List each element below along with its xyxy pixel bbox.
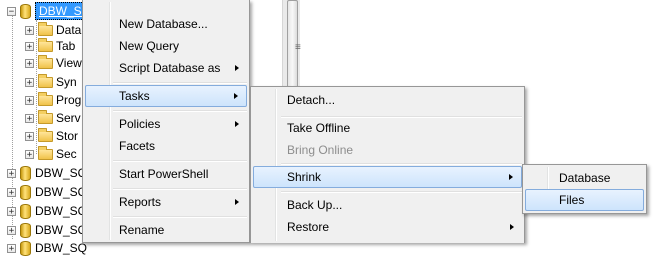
menu-item-bring-online: Bring Online — [287, 143, 354, 157]
menu-item-script-database-as[interactable]: Script Database as — [85, 57, 247, 79]
menu-item-label: Reports — [119, 195, 162, 209]
tree-folder-label: Syn — [56, 75, 77, 89]
folder-icon — [38, 73, 53, 88]
menu-item-label: Restore — [287, 220, 330, 234]
submenu-arrow-icon — [510, 224, 514, 230]
menu-item-rename[interactable]: Rename — [85, 219, 247, 241]
expand-icon[interactable]: + — [25, 25, 34, 35]
submenu-arrow-icon — [235, 199, 239, 205]
database-icon — [20, 203, 31, 219]
db-label: DBW_SQ — [35, 204, 88, 218]
submenu-arrow-icon — [235, 121, 239, 127]
folder-icon — [38, 91, 53, 106]
folder-icon — [38, 21, 53, 36]
expand-icon[interactable]: + — [25, 131, 34, 141]
menu-separator — [113, 188, 247, 190]
menu-item-start-powershell[interactable]: Start PowerShell — [85, 163, 247, 185]
database-context-menu: New Database... New Query Script Databas… — [82, 0, 250, 243]
tree-folder[interactable]: + View — [25, 53, 82, 73]
submenu-arrow-icon — [234, 93, 238, 99]
tree-folder[interactable]: + Sec — [25, 144, 77, 164]
expand-icon[interactable]: + — [7, 168, 16, 178]
expand-icon[interactable]: + — [7, 187, 16, 197]
menu-item-new-database[interactable]: New Database... — [85, 13, 247, 35]
database-icon — [20, 3, 31, 19]
shrink-submenu: Database Files — [522, 164, 647, 214]
db-label: DBW_SQ — [35, 185, 88, 199]
database-icon — [20, 222, 31, 238]
tree-folder-label: View — [56, 56, 82, 70]
menu-separator — [113, 160, 247, 162]
tree-folder[interactable]: + Syn — [25, 72, 77, 92]
tree-node-db[interactable]: + DBW_SQ — [7, 201, 87, 221]
expand-icon[interactable]: + — [25, 113, 34, 123]
tree-folder[interactable]: + Stor — [25, 126, 78, 146]
menu-separator — [113, 216, 247, 218]
tree-folder-label: Sec — [56, 147, 77, 161]
tree-folder[interactable]: + Serv — [25, 108, 81, 128]
menu-item-detach[interactable]: Detach... — [253, 89, 522, 111]
folder-icon — [38, 37, 53, 52]
expand-icon[interactable]: + — [25, 77, 34, 87]
grip-icon: ≡ — [295, 42, 301, 53]
expand-icon[interactable]: + — [7, 243, 16, 253]
menu-item-restore[interactable]: Restore — [253, 216, 522, 238]
menu-item-label: Script Database as — [119, 61, 221, 75]
menu-separator — [281, 163, 522, 165]
expand-icon[interactable]: + — [25, 95, 34, 105]
database-icon — [20, 184, 31, 200]
tree-node-db[interactable]: + DBW_SQ — [7, 163, 87, 183]
menu-item-policies[interactable]: Policies — [85, 113, 247, 135]
folder-icon — [38, 54, 53, 69]
db-label: DBW_SQ — [35, 166, 88, 180]
tree-node-db[interactable]: + DBW_SQ — [7, 182, 87, 202]
menu-item-facets[interactable]: Facets — [85, 135, 247, 157]
menu-separator — [113, 82, 247, 84]
tasks-submenu: Detach... Take Offline Bring Online Shri… — [250, 86, 525, 243]
folder-icon — [38, 109, 53, 124]
menu-item-label: Tasks — [119, 89, 150, 103]
menu-separator — [113, 110, 247, 112]
submenu-arrow-icon — [235, 65, 239, 71]
expand-icon[interactable]: + — [7, 225, 16, 235]
folder-icon — [38, 127, 53, 142]
database-icon — [20, 165, 31, 181]
db-label: DBW_SQ — [35, 241, 88, 255]
menu-item-shrink[interactable]: Shrink — [253, 166, 522, 188]
tree-node-db[interactable]: + DBW_SQ — [7, 238, 87, 258]
menu-item-shrink-files[interactable]: Files — [525, 189, 644, 211]
tree-node-db[interactable]: + DBW_SQ — [7, 220, 87, 240]
expand-icon[interactable]: + — [7, 206, 16, 216]
folder-icon — [38, 145, 53, 160]
tree-folder-label: Serv — [56, 111, 81, 125]
tree-folder-label: Stor — [56, 129, 79, 143]
tree-folder-label: Prog — [56, 93, 82, 107]
expand-icon[interactable]: + — [25, 58, 34, 68]
menu-item-shrink-database[interactable]: Database — [525, 167, 644, 189]
menu-item-reports[interactable]: Reports — [85, 191, 247, 213]
db-label: DBW_SQ — [35, 223, 88, 237]
submenu-arrow-icon — [509, 174, 513, 180]
tree-folder[interactable]: + Prog — [25, 90, 81, 110]
menu-item-new-query[interactable]: New Query — [85, 35, 247, 57]
collapse-icon[interactable]: − — [7, 6, 16, 16]
menu-separator — [281, 191, 522, 193]
tree-folder-label: Tab — [56, 39, 76, 53]
expand-icon[interactable]: + — [25, 41, 34, 51]
menu-item-label: Shrink — [287, 170, 322, 184]
menu-item-tasks[interactable]: Tasks — [85, 85, 247, 107]
menu-item-take-offline[interactable]: Take Offline — [253, 117, 522, 139]
expand-icon[interactable]: + — [25, 149, 34, 159]
menu-item-label: Policies — [119, 117, 161, 131]
menu-item-back-up[interactable]: Back Up... — [253, 194, 522, 216]
